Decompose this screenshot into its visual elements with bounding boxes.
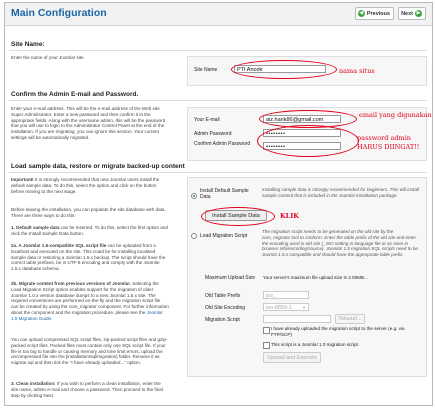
install-sample-radio[interactable] (191, 193, 197, 199)
clean-install-paragraph: 3. Clean installation: If you wish to pe… (11, 381, 169, 398)
annotation-oval (201, 207, 275, 226)
important-text: It is strongly recommended that new Joom… (11, 177, 160, 194)
old-encoding-label: Old Site Encoding (205, 305, 246, 311)
sample-heading: Load sample data, restore or migrate bac… (11, 163, 185, 170)
migration-script-file[interactable] (263, 315, 331, 323)
old-prefix-input[interactable]: jos_ (263, 291, 309, 299)
old-encoding-select[interactable]: iso-8859-1 ▼ (263, 303, 309, 311)
admin-heading: Confirm the Admin E-mail and Password. (11, 91, 139, 98)
load-migration-label: Load Migration Script (200, 233, 248, 239)
upload-paragraph: You can upload compressed SQL script fil… (11, 337, 168, 366)
option1-paragraph: 1. Default sample data can be inserted. … (11, 225, 169, 237)
site-name-heading: Site Name: (11, 41, 45, 48)
clean-install-title: 3. Clean installation: (11, 381, 56, 386)
annotation-oval (231, 60, 337, 79)
password-note-warning: HARUS DIINGAT!! (357, 143, 420, 151)
migration-script-label: Migration Script (205, 317, 240, 323)
chevron-down-icon: ▼ (302, 305, 306, 310)
arrow-right-icon: ▶ (415, 10, 422, 17)
option2b-text: Selecting the Load Migration Script opti… (11, 281, 169, 315)
important-title: Important! (11, 177, 34, 182)
email-label: Your E-mail (194, 117, 220, 123)
option2b-paragraph: 2b. Migrate content from previous versio… (11, 281, 169, 322)
header-bar: Main Configuration ◀ Previous Next ▶ (5, 3, 432, 26)
option2b-title: 2b. Migrate content from previous versio… (11, 281, 131, 286)
configuration-panel: Main Configuration ◀ Previous Next ▶ Sit… (4, 2, 433, 406)
divider (9, 172, 427, 173)
before-text: Before leaving the installation, you can… (11, 207, 166, 218)
uploaded-checkbox[interactable] (263, 327, 270, 334)
option2a-title: 2a. A Joomla! 1.5-compatible SQL script … (11, 243, 107, 248)
previous-label: Previous (366, 10, 391, 17)
email-note: email yang digunakan (359, 111, 432, 119)
divider (9, 50, 427, 51)
site-name-label: Site Name (194, 67, 218, 73)
load-migration-desc: The migration script needs to be generat… (262, 229, 418, 258)
option2a-paragraph: 2a. A Joomla! 1.5-compatible SQL script … (11, 243, 169, 272)
previous-button[interactable]: ◀ Previous (354, 7, 395, 20)
nav-buttons: ◀ Previous Next ▶ (354, 7, 426, 20)
next-label: Next (401, 10, 413, 17)
next-button[interactable]: Next ▶ (398, 7, 426, 20)
uploaded-checkbox-label: I have already uploaded the migration sc… (271, 326, 405, 337)
site-name-note: nama situs (339, 67, 375, 75)
password-note: password admin (357, 134, 411, 142)
admin-help: Enter your e-mail address. This will be … (11, 106, 166, 140)
upload-execute-button[interactable]: Upload and Execute (263, 352, 321, 363)
option1-title: 1. Default sample data (11, 225, 60, 230)
site-name-help: Enter the name of your Joomla! site. (11, 55, 85, 60)
page-title: Main Configuration (11, 7, 107, 19)
klik-note: KLIK (280, 212, 299, 220)
max-upload-value: Your server's maximum file upload size i… (263, 275, 368, 280)
install-sample-label: Install Default Sample Data (200, 188, 249, 200)
divider (9, 100, 427, 101)
arrow-left-icon: ◀ (357, 10, 365, 17)
old-prefix-label: Old Table Prefix (205, 293, 241, 299)
old-encoding-value: iso-8859-1 (266, 305, 292, 311)
password-label: Admin Password (194, 131, 232, 137)
confirm-password-label: Confirm Admin Password (194, 141, 251, 147)
joomla10-checkbox-label: This script is a Joomla! 1.0 migration s… (271, 342, 360, 347)
load-migration-radio[interactable] (191, 233, 197, 239)
annotation-oval (257, 125, 359, 157)
joomla10-checkbox[interactable] (263, 342, 270, 349)
important-paragraph: Important! It is strongly recommended th… (11, 177, 169, 194)
max-upload-label: Maximum Upload Size (205, 275, 256, 281)
install-sample-desc: Installing sample data is strongly recom… (262, 187, 420, 198)
browse-button[interactable]: Telusuri... (335, 314, 365, 324)
